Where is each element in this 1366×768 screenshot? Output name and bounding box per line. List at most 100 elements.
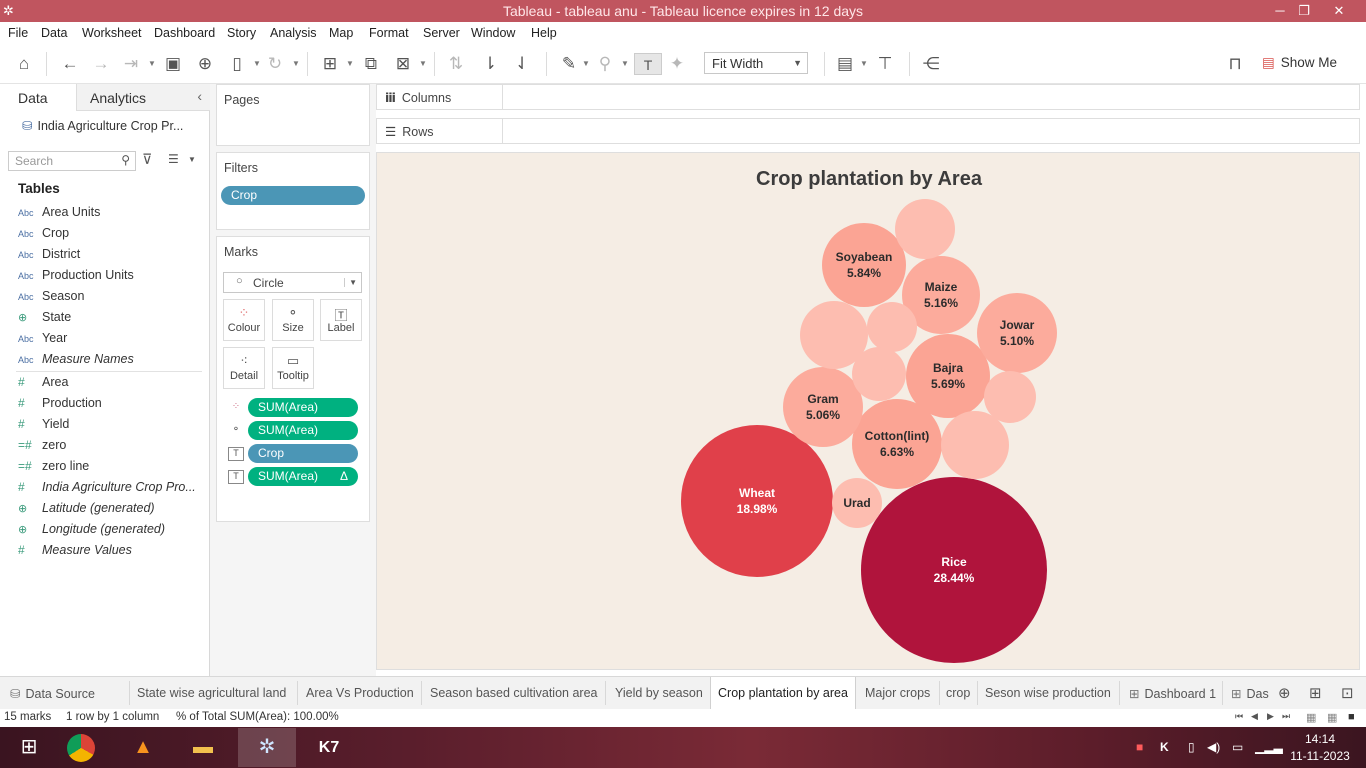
field-zero-line[interactable]: =# zero line <box>18 459 89 477</box>
tableau-taskbar-icon[interactable]: ✲ <box>238 728 296 767</box>
menu-story[interactable]: Story <box>227 26 256 40</box>
chevron-down-icon[interactable]: ▼ <box>621 59 629 68</box>
tab-state-wise-agricultural-land[interactable]: State wise agricultural land <box>137 677 286 709</box>
field-production-units[interactable]: Abc Production Units <box>18 268 134 286</box>
volume-icon[interactable]: ◀) <box>1207 740 1220 754</box>
sort-descending-icon[interactable]: ⇃ <box>511 53 533 75</box>
redo-icon[interactable]: → <box>89 53 113 75</box>
filter-pill-crop[interactable]: Crop <box>221 186 365 205</box>
pages-card[interactable]: Pages <box>216 84 370 146</box>
chevron-down-icon[interactable]: ▼ <box>346 59 354 68</box>
mark-pill-label-crop[interactable]: Crop <box>248 444 358 463</box>
colour-button[interactable]: ⁘ Colour <box>223 299 265 341</box>
bubble-circle[interactable] <box>977 293 1057 373</box>
field-measure-names[interactable]: Abc Measure Names <box>18 352 134 370</box>
mark-pill-label-area[interactable]: SUM(Area) Δ <box>248 467 358 486</box>
minimize-icon[interactable]: ─ <box>1269 1 1291 21</box>
taskbar-clock[interactable]: 14:14 11-11-2023 <box>1280 731 1360 765</box>
tab-major-crops[interactable]: Major crops <box>865 677 930 709</box>
k7-antivirus-icon[interactable]: K7 <box>300 728 358 767</box>
battery-icon[interactable]: ▯ <box>1188 740 1195 754</box>
chevron-down-icon[interactable]: ▼ <box>292 59 300 68</box>
tab-seson-wise-production[interactable]: Seson wise production <box>985 677 1111 709</box>
bubble-circle[interactable] <box>861 477 1047 663</box>
format-workbook-icon[interactable]: ⊓ <box>1224 53 1246 75</box>
fix-axes-icon[interactable]: ✦ <box>666 53 688 75</box>
bubble-unlabeled-11[interactable] <box>867 302 917 352</box>
sort-ascending-icon[interactable]: ⇂ <box>479 53 501 75</box>
collapse-pane-icon[interactable]: ‹ <box>197 88 202 104</box>
field-season[interactable]: Abc Season <box>18 289 84 307</box>
new-story-icon[interactable]: ⊡ <box>1341 684 1354 702</box>
tab-data-source[interactable]: ⛁ Data Source <box>10 677 95 709</box>
new-worksheet-icon[interactable]: ⊕ <box>1278 684 1291 702</box>
home-icon[interactable]: ⌂ <box>12 53 36 75</box>
show-me-button[interactable]: ▤ Show Me <box>1262 55 1337 71</box>
rows-shelf[interactable]: ☰ Rows <box>376 118 1360 144</box>
chevron-down-icon[interactable]: ▼ <box>419 59 427 68</box>
menu-map[interactable]: Map <box>329 26 353 40</box>
next-sheet-icon[interactable]: ▶ <box>1267 711 1274 722</box>
bubble-unlabeled-13[interactable] <box>941 411 1009 479</box>
bubble-circle[interactable] <box>681 425 833 577</box>
undo-icon[interactable]: ← <box>58 53 82 75</box>
size-button[interactable]: ⚬ Size <box>272 299 314 341</box>
chrome-icon[interactable] <box>52 728 110 767</box>
bubble-circle[interactable] <box>783 367 863 447</box>
label-button[interactable]: 🅃 Label <box>320 299 362 341</box>
field-measure-values[interactable]: # Measure Values <box>18 543 132 561</box>
tab-crop[interactable]: crop <box>946 677 970 709</box>
tab-analytics[interactable]: Analytics ‹ <box>76 84 210 111</box>
show-sheet-sorter-icon[interactable]: ▦ <box>1327 711 1337 724</box>
tooltip-button[interactable]: ▭ Tooltip <box>272 347 314 389</box>
k7-tray-icon[interactable]: K <box>1160 740 1169 754</box>
chevron-down-icon[interactable]: ▼ <box>860 59 868 68</box>
bubble-unlabeled-14[interactable] <box>984 371 1036 423</box>
bubble-circle[interactable] <box>941 411 1009 479</box>
menu-worksheet[interactable]: Worksheet <box>82 26 142 40</box>
field-area-units[interactable]: Abc Area Units <box>18 205 100 223</box>
view-options-icon[interactable]: ☰ <box>168 152 179 166</box>
tab-data[interactable]: Data <box>0 84 76 111</box>
bubble-circle[interactable] <box>852 347 906 401</box>
chevron-down-icon[interactable]: ▼ <box>148 59 156 68</box>
field-yield[interactable]: # Yield <box>18 417 69 435</box>
recorder-tray-icon[interactable]: ■ <box>1136 740 1143 754</box>
bubble-gram[interactable]: Gram 5.06% <box>783 367 863 447</box>
group-members-icon[interactable]: ⚲ <box>594 53 616 75</box>
chart-view[interactable]: Crop plantation by Area Rice 28.44% Wheat 1… <box>376 152 1360 670</box>
bubble-urad[interactable]: Urad <box>832 478 882 528</box>
show-tabs-icon[interactable]: ■ <box>1348 711 1355 723</box>
field-india-agriculture-count[interactable]: # India Agriculture Crop Pro... <box>18 480 196 498</box>
filters-card[interactable]: Filters Crop <box>216 152 370 230</box>
tab-crop-plantation-by-area[interactable]: Crop plantation by area <box>710 677 856 709</box>
tab-dashboard-1[interactable]: ⊞ Dashboard 1 <box>1129 677 1216 709</box>
field-latitude[interactable]: ⊕ Latitude (generated) <box>18 501 155 519</box>
bubble-circle[interactable] <box>895 199 955 259</box>
restore-icon[interactable]: ❐ <box>1293 1 1315 21</box>
menu-file[interactable]: File <box>8 26 28 40</box>
bubble-soyabean[interactable]: Soyabean 5.84% <box>822 223 906 307</box>
bubble-circle[interactable] <box>984 371 1036 423</box>
bubble-circle[interactable] <box>867 302 917 352</box>
presentation-mode-icon[interactable]: ⊤ <box>874 53 896 75</box>
mark-pill-size[interactable]: SUM(Area) <box>248 421 358 440</box>
menu-analysis[interactable]: Analysis <box>270 26 317 40</box>
show-filmstrip-icon[interactable]: ▦ <box>1306 711 1316 724</box>
columns-shelf[interactable]: ⅲ Columns <box>376 84 1360 110</box>
bubble-unlabeled-9[interactable] <box>895 199 955 259</box>
field-area[interactable]: # Area <box>18 375 68 393</box>
share-icon[interactable]: ⋲ <box>920 53 942 75</box>
tab-yield-by-season[interactable]: Yield by season <box>615 677 703 709</box>
network-icon[interactable]: ▭ <box>1232 740 1243 754</box>
bubble-bajra[interactable]: Bajra 5.69% <box>906 334 990 418</box>
bubble-unlabeled-12[interactable] <box>852 347 906 401</box>
mark-pill-colour[interactable]: SUM(Area) <box>248 398 358 417</box>
menu-server[interactable]: Server <box>423 26 460 40</box>
field-state[interactable]: ⊕ State <box>18 310 71 328</box>
duplicate-sheet-icon[interactable]: ⧉ <box>360 53 382 75</box>
new-worksheet-icon[interactable]: ⊞ <box>318 53 342 75</box>
bubble-jowar[interactable]: Jowar 5.10% <box>977 293 1057 373</box>
bubble-circle[interactable] <box>906 334 990 418</box>
mark-type-select[interactable]: ○ Circle ▼ <box>223 272 362 293</box>
